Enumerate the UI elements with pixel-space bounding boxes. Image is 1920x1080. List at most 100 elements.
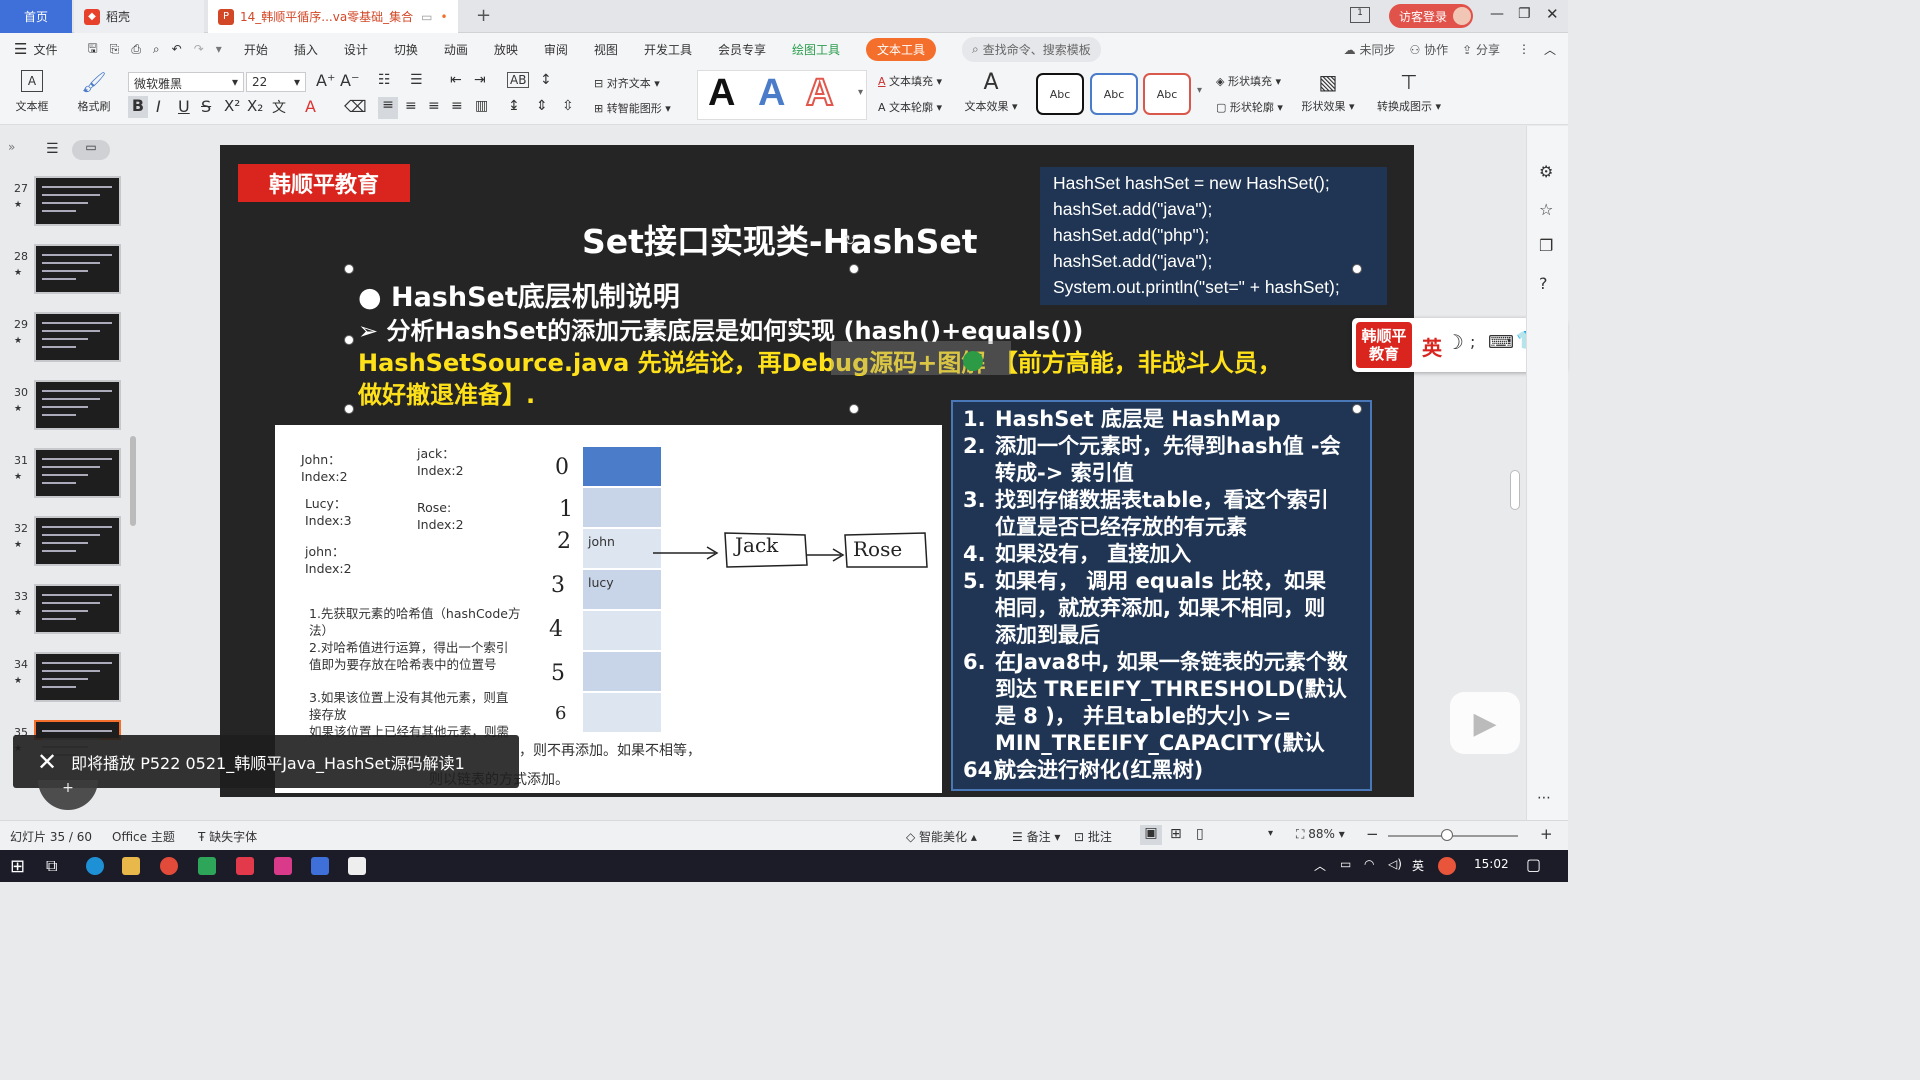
- slide-title[interactable]: Set接口实现类-HashSet: [582, 215, 978, 263]
- menu-animation[interactable]: 动画: [444, 41, 468, 58]
- menu-developer[interactable]: 开发工具: [644, 41, 692, 58]
- text-style-blue[interactable]: A: [758, 72, 785, 115]
- shape-fill-button[interactable]: ◈ 形状填充 ▾: [1216, 73, 1281, 89]
- format-painter-button[interactable]: 🖌 格式刷: [74, 70, 114, 114]
- slide-thumbnail[interactable]: [34, 312, 121, 362]
- reading-view-button[interactable]: ▯: [1196, 826, 1204, 842]
- tab-home[interactable]: 首页: [0, 0, 72, 33]
- shape-style-black[interactable]: Abc: [1036, 73, 1084, 115]
- text-style-outline-red[interactable]: A: [805, 71, 834, 115]
- play-video-button[interactable]: ▶: [1450, 692, 1520, 754]
- zoom-in-button[interactable]: +: [1540, 825, 1553, 843]
- export-icon[interactable]: ⎘: [110, 42, 120, 57]
- volume-icon[interactable]: ◁): [1388, 857, 1402, 871]
- slide-thumbnail[interactable]: [34, 244, 121, 294]
- ime-lang-toggle[interactable]: 英: [1422, 332, 1442, 361]
- zoom-out-button[interactable]: −: [1366, 825, 1379, 843]
- missing-font-button[interactable]: Ŧ 缺失字体: [198, 828, 257, 845]
- play-dropdown-icon[interactable]: ▾: [1268, 828, 1273, 839]
- zoom-slider[interactable]: [1388, 835, 1518, 837]
- grid-view-button[interactable]: ⊞: [1170, 826, 1182, 842]
- font-size-select[interactable]: 22 ▾: [246, 72, 306, 92]
- highlight-line-2[interactable]: 做好撤退准备】.: [358, 375, 535, 410]
- italic-button[interactable]: I: [156, 97, 161, 116]
- close-window-button[interactable]: ✕: [1546, 5, 1559, 23]
- screen-icon[interactable]: ▭: [421, 10, 432, 24]
- distribute-button[interactable]: ▥: [475, 98, 488, 114]
- collapse-ribbon-icon[interactable]: ︿: [1544, 41, 1556, 58]
- sidebar-scrollbar[interactable]: [130, 436, 136, 526]
- rotate-handle-icon[interactable]: ↻: [844, 233, 856, 249]
- shape-style-red[interactable]: Abc: [1143, 73, 1191, 115]
- shape-style-blue[interactable]: Abc: [1090, 73, 1138, 115]
- share-button[interactable]: ⇪ 分享: [1462, 41, 1500, 58]
- outline-view-icon[interactable]: ☰: [46, 141, 59, 157]
- text-effect-button[interactable]: A 文本效果 ▾: [962, 70, 1020, 114]
- smart-shape-button[interactable]: ⊞ 转智能图形 ▾: [594, 100, 671, 116]
- sync-button[interactable]: ☁ 未同步: [1344, 41, 1396, 58]
- selection-handle[interactable]: [344, 264, 354, 274]
- textbox-button[interactable]: A 文本框: [12, 70, 52, 114]
- shape-gallery-expand-icon[interactable]: ▾: [1197, 85, 1202, 96]
- align-center-button[interactable]: ≡: [405, 98, 417, 114]
- font-color-icon[interactable]: A: [305, 97, 316, 116]
- paragraph-spacing-icon[interactable]: ⇕: [536, 98, 548, 114]
- slide-canvas[interactable]: 韩顺平教育 Set接口实现类-HashSet HashSet hashSet =…: [220, 145, 1414, 797]
- text-style-gallery[interactable]: A A A ▾: [697, 70, 867, 120]
- superscript-button[interactable]: X²: [224, 97, 240, 115]
- redo-icon[interactable]: ↷: [194, 42, 204, 56]
- selection-handle[interactable]: [849, 264, 859, 274]
- wifi-icon[interactable]: ◠: [1364, 857, 1374, 871]
- clock[interactable]: 15:02: [1474, 857, 1509, 871]
- decrease-indent-icon[interactable]: ⇤: [450, 72, 462, 88]
- menu-slideshow[interactable]: 放映: [494, 41, 518, 58]
- maximize-button[interactable]: ❐: [1518, 6, 1531, 22]
- text-fill-button[interactable]: A 文本填充 ▾: [878, 73, 942, 89]
- menu-text-tools[interactable]: 文本工具: [865, 37, 936, 61]
- selection-handle[interactable]: [344, 404, 354, 414]
- slide-thumbnail[interactable]: [34, 448, 121, 498]
- taskbar-ime-indicator[interactable]: 英: [1412, 857, 1424, 874]
- tab-document[interactable]: P 14_韩顺平循序...va零基础_集合 ▭ •: [208, 0, 458, 33]
- beautify-button[interactable]: ◇ 智能美化 ▴: [906, 828, 977, 845]
- bullet-heading[interactable]: ● HashSet底层机制说明: [358, 275, 680, 314]
- search-command-input[interactable]: ⌕ 查找命令、搜索模板: [962, 36, 1101, 62]
- strikethrough-button[interactable]: S: [201, 97, 211, 116]
- more-dropdown-icon[interactable]: ▾: [216, 42, 222, 56]
- task-view-icon[interactable]: ⧉: [46, 856, 57, 876]
- increase-indent-icon[interactable]: ⇥: [474, 72, 486, 88]
- theme-name[interactable]: Office 主题: [112, 828, 175, 845]
- notification-center-icon[interactable]: ▢: [1526, 855, 1541, 874]
- text-style-black[interactable]: A: [708, 72, 735, 115]
- zoom-slider-thumb[interactable]: [1441, 829, 1453, 841]
- expand-panel-icon[interactable]: »: [8, 140, 15, 154]
- menu-transition[interactable]: 切换: [394, 41, 418, 58]
- zoom-fit-button[interactable]: ⛶ 88% ▾: [1296, 827, 1345, 842]
- line-spacing-icon[interactable]: ↨: [508, 98, 520, 114]
- bullet-list-icon[interactable]: ☷: [378, 72, 391, 88]
- file-explorer-icon[interactable]: [122, 857, 140, 875]
- selection-handle[interactable]: [849, 404, 859, 414]
- settings-sliders-icon[interactable]: ⚙: [1539, 162, 1553, 181]
- moon-icon[interactable]: ☽: [1446, 330, 1464, 354]
- align-left-button[interactable]: ≡: [378, 97, 398, 119]
- slide-thumbnail[interactable]: [34, 516, 121, 566]
- keyboard-icon[interactable]: ⌨: [1488, 332, 1514, 353]
- align-text-button[interactable]: ⊟ 对齐文本 ▾: [594, 75, 660, 91]
- code-box[interactable]: HashSet hashSet = new HashSet(); hashSet…: [1040, 167, 1387, 305]
- clear-format-icon[interactable]: ⌫: [344, 97, 367, 116]
- menu-review[interactable]: 审阅: [544, 41, 568, 58]
- edge-icon[interactable]: [86, 857, 104, 875]
- selection-handle[interactable]: [344, 335, 354, 345]
- wps-icon[interactable]: [311, 857, 329, 875]
- more-options-icon[interactable]: ⋮: [1518, 42, 1530, 56]
- underline-button[interactable]: U: [178, 97, 190, 116]
- battery-icon[interactable]: ▭: [1340, 857, 1351, 871]
- evernote-icon[interactable]: [198, 857, 216, 875]
- intellij-icon[interactable]: [274, 857, 292, 875]
- login-button[interactable]: 访客登录: [1389, 4, 1473, 28]
- xmind-icon[interactable]: [236, 857, 254, 875]
- tray-expand-icon[interactable]: ︿: [1314, 857, 1326, 874]
- shape-outline-button[interactable]: ▢ 形状轮廓 ▾: [1216, 99, 1283, 115]
- phonetic-icon[interactable]: 文: [272, 97, 286, 117]
